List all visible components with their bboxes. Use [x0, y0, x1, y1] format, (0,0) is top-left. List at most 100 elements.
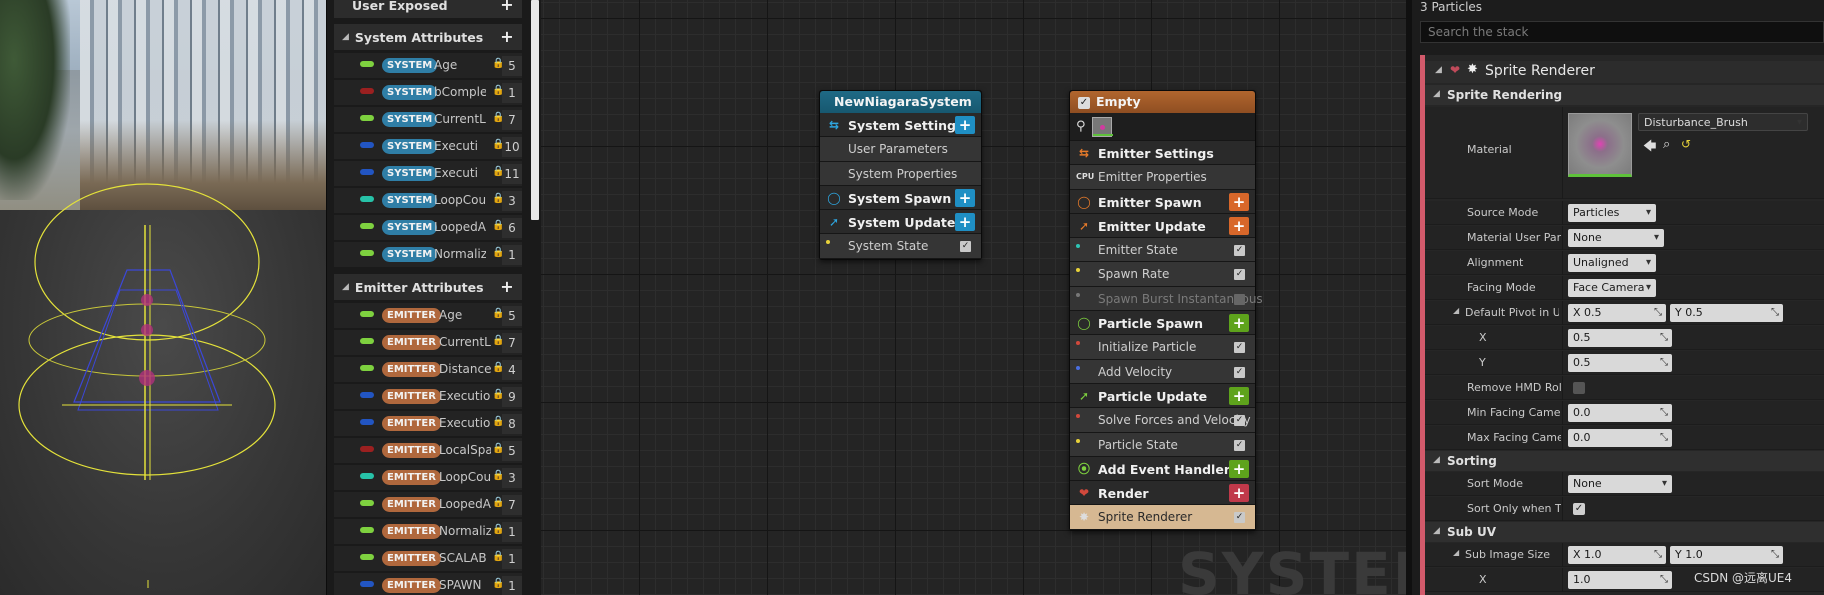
property-dropdown[interactable]: None [1568, 229, 1664, 247]
emitter-attribute-row[interactable]: EMITTER Distance 🔒 4 [334, 357, 522, 383]
add-emitter-attribute-button[interactable]: + [498, 278, 516, 296]
params-scrollbar[interactable] [531, 0, 539, 220]
collapse-triangle-icon[interactable]: ◢ [342, 32, 349, 42]
initialize-particle-row[interactable]: Initialize Particle ✓ [1070, 335, 1255, 360]
emitter-attribute-row[interactable]: EMITTER CurrentL 🔒 7 [334, 330, 522, 356]
add-module-button[interactable]: + [1229, 386, 1249, 405]
collapse-triangle-icon[interactable]: ◢ [1433, 455, 1440, 465]
sub-image-x-field[interactable]: X 1.0 [1568, 546, 1666, 564]
system-attribute-row[interactable]: SYSTEM CurrentL 🔒 7 [334, 107, 522, 133]
system-attribute-row[interactable]: SYSTEM Age 🔒 5 [334, 53, 522, 79]
add-system-attribute-button[interactable]: + [498, 28, 516, 46]
system-attribute-row[interactable]: SYSTEM Executi 🔒 11 [334, 161, 522, 187]
min-facing-input[interactable]: 0.0 [1568, 404, 1672, 422]
emitter-node-header[interactable]: ✓ Empty [1070, 91, 1255, 113]
emitter-attribute-row[interactable]: EMITTER LocalSpa 🔒 5 [334, 438, 522, 464]
add-user-param-button[interactable]: + [498, 0, 516, 14]
sprite-rendering-header[interactable]: ◢ Sprite Rendering [1425, 85, 1824, 105]
emitter-enabled-checkbox[interactable]: ✓ [1078, 96, 1090, 109]
collapse-triangle-icon[interactable]: ◢ [1433, 89, 1440, 99]
sub-image-y-field[interactable]: Y 1.0 [1670, 546, 1783, 564]
user-exposed-header[interactable]: User Exposed + [334, 0, 522, 18]
render-row[interactable]: ❤ Render + [1070, 481, 1255, 506]
reset-to-default-icon[interactable]: ↺ [1681, 137, 1691, 151]
enable-checkbox[interactable]: ✓ [1234, 342, 1245, 354]
system-attribute-row[interactable]: SYSTEM LoopCou 🔒 3 [334, 188, 522, 214]
emitter-spawn-row[interactable]: ◯ Emitter Spawn + [1070, 189, 1255, 214]
property-dropdown[interactable]: Face Camera [1568, 279, 1656, 297]
emitter-thumbnail[interactable] [1092, 117, 1113, 137]
enable-checkbox[interactable]: ✓ [1234, 415, 1245, 427]
sub-uv-header[interactable]: ◢ Sub UV [1425, 522, 1824, 542]
system-attributes-header[interactable]: ◢ System Attributes + [334, 24, 522, 50]
emitter-attribute-row[interactable]: EMITTER SCALAB 🔒 1 [334, 546, 522, 572]
enable-checkbox[interactable] [1234, 293, 1245, 305]
use-selected-arrow-icon[interactable]: 🡄 [1643, 137, 1656, 159]
user-parameters-row[interactable]: User Parameters [820, 137, 981, 162]
enable-checkbox[interactable]: ✓ [1234, 269, 1245, 281]
system-settings-row[interactable]: ⇆ System Settings + [820, 113, 981, 138]
emitter-attribute-row[interactable]: EMITTER Executio 🔒 9 [334, 384, 522, 410]
collapse-triangle-icon[interactable]: ◢ [1435, 65, 1442, 75]
pivot-y-input[interactable]: 0.5 [1568, 354, 1672, 372]
add-system-settings-button[interactable]: + [955, 116, 975, 134]
remove-hmd-roll-checkbox[interactable] [1573, 382, 1585, 394]
stack-search-input[interactable]: Search the stack [1420, 21, 1824, 43]
add-module-button[interactable]: + [1229, 484, 1249, 503]
enable-checkbox[interactable]: ✓ [1234, 245, 1245, 257]
particle-state-row[interactable]: Particle State ✓ [1070, 432, 1255, 457]
system-state-row[interactable]: System State ✓ [820, 234, 981, 259]
pivot-y-field[interactable]: Y 0.5 [1670, 304, 1783, 322]
material-picker[interactable]: Disturbance_Brush [1638, 113, 1808, 132]
add-module-button[interactable]: + [1229, 192, 1249, 211]
pivot-x-field[interactable]: X 0.5 [1568, 304, 1666, 322]
material-thumbnail[interactable] [1568, 113, 1632, 177]
pin-icon[interactable]: ⚲ [1076, 119, 1086, 134]
enable-checkbox[interactable]: ✓ [1234, 439, 1245, 451]
property-dropdown[interactable]: Particles [1568, 204, 1656, 222]
add-system-spawn-button[interactable]: + [955, 188, 975, 207]
add-module-button[interactable]: + [1229, 216, 1249, 235]
sort-only-checkbox[interactable]: ✓ [1573, 503, 1585, 515]
property-dropdown[interactable]: Unaligned [1568, 254, 1656, 272]
emitter-attribute-row[interactable]: EMITTER LoopCou 🔒 3 [334, 465, 522, 491]
system-attribute-row[interactable]: SYSTEM bComple 🔒 1 [334, 80, 522, 106]
emitter-update-row[interactable]: ➚ Emitter Update + [1070, 213, 1255, 239]
system-attribute-row[interactable]: SYSTEM LoopedA 🔒 6 [334, 215, 522, 241]
add-module-button[interactable]: + [1229, 314, 1249, 333]
preview-viewport[interactable] [0, 0, 326, 595]
system-overview-graph[interactable]: NewNiagaraSystem ⇆ System Settings + Use… [541, 0, 1450, 595]
system-node-title[interactable]: NewNiagaraSystem [820, 91, 981, 113]
enable-checkbox[interactable]: ✓ [1234, 512, 1245, 524]
browse-search-icon[interactable]: ⌕ [1663, 137, 1670, 152]
system-node[interactable]: NewNiagaraSystem ⇆ System Settings + Use… [819, 90, 982, 260]
emitter-attribute-row[interactable]: EMITTER Age 🔒 5 [334, 303, 522, 329]
solve-forces-and-velocity-row[interactable]: Solve Forces and Velocity ✓ [1070, 408, 1255, 433]
collapse-triangle-icon[interactable]: ◢ [1453, 306, 1459, 315]
system-state-checkbox[interactable]: ✓ [960, 241, 971, 253]
sub-image-x-input[interactable]: 1.0 [1568, 571, 1672, 589]
emitter-properties-row[interactable]: CPU Emitter Properties [1070, 165, 1255, 190]
max-facing-input[interactable]: 0.0 [1568, 429, 1672, 447]
emitter-attribute-row[interactable]: EMITTER Executio 🔒 8 [334, 411, 522, 437]
emitter-attribute-row[interactable]: EMITTER Normaliz 🔒 1 [334, 519, 522, 545]
particle-update-row[interactable]: ➚ Particle Update + [1070, 383, 1255, 409]
pivot-x-input[interactable]: 0.5 [1568, 329, 1672, 347]
system-attribute-row[interactable]: SYSTEM Normaliz 🔒 1 [334, 242, 522, 268]
add-velocity-row[interactable]: Add Velocity ✓ [1070, 359, 1255, 384]
particle-spawn-row[interactable]: ◯ Particle Spawn + [1070, 311, 1255, 336]
spawn-rate-row[interactable]: Spawn Rate ✓ [1070, 262, 1255, 287]
system-spawn-row[interactable]: ◯ System Spawn + [820, 185, 981, 211]
emitter-attribute-row[interactable]: EMITTER LoopedA 🔒 7 [334, 492, 522, 518]
system-properties-row[interactable]: System Properties [820, 161, 981, 186]
emitter-attribute-row[interactable]: EMITTER SPAWN 🔒 1 [334, 573, 522, 595]
emitter-attributes-header[interactable]: ◢ Emitter Attributes + [334, 274, 522, 300]
emitter-state-row[interactable]: Emitter State ✓ [1070, 238, 1255, 263]
add-event-handler-row[interactable]: ⦿ Add Event Handler + [1070, 456, 1255, 482]
collapse-triangle-icon[interactable]: ◢ [342, 282, 349, 292]
add-system-update-button[interactable]: + [955, 213, 975, 232]
emitter-settings-row[interactable]: ⇆ Emitter Settings [1070, 141, 1255, 166]
sorting-header[interactable]: ◢ Sorting [1425, 451, 1824, 471]
emitter-node[interactable]: ✓ Empty ⚲ ⇆ Emitter Settings CPU Emitter Pro… [1069, 90, 1263, 531]
system-attribute-row[interactable]: SYSTEM Executi 🔒 10 [334, 134, 522, 160]
